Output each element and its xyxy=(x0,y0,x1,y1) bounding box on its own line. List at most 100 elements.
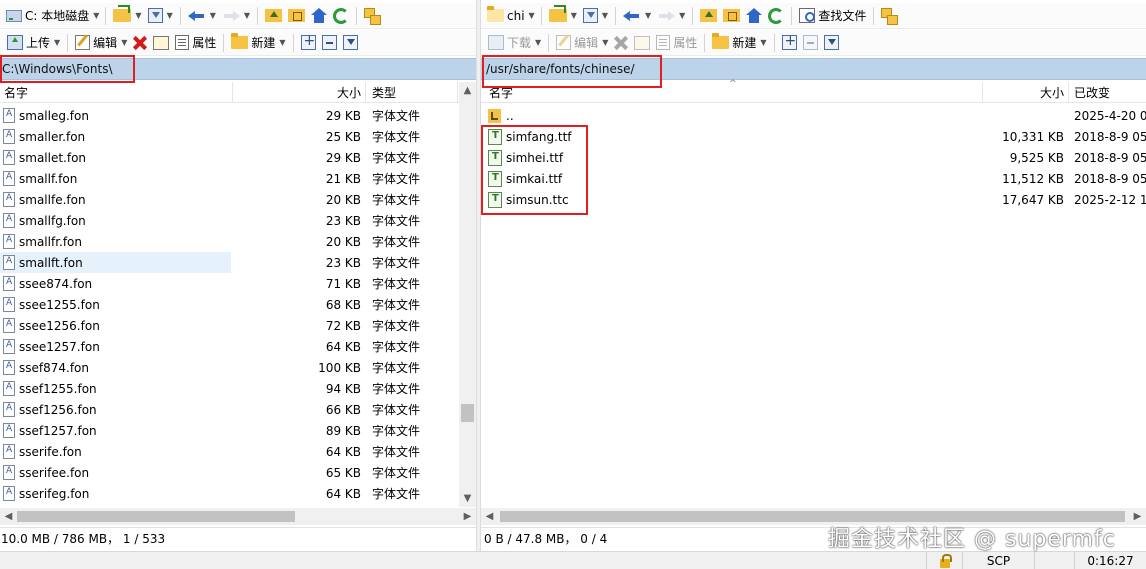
remote-delete-button[interactable] xyxy=(611,32,631,54)
table-row[interactable]: smalleg.fon 29 KB 字体文件 xyxy=(0,105,420,126)
table-row[interactable]: smallfg.fon 23 KB 字体文件 xyxy=(0,210,420,231)
local-open-folder-button[interactable]: ▼ xyxy=(110,5,144,27)
remote-rename-button[interactable] xyxy=(631,32,653,54)
table-row[interactable]: simkai.ttf 11,512 KB 2018-8-9 05: xyxy=(481,168,1146,189)
file-name: smallfg.fon xyxy=(19,213,86,228)
table-row[interactable]: smallet.fon 29 KB 字体文件 xyxy=(0,147,420,168)
local-horizontal-scrollbar[interactable]: ◀ ▶ xyxy=(0,508,476,525)
remote-new-button[interactable]: 新建 ▼ xyxy=(709,32,769,54)
file-size-cell: 11,512 KB xyxy=(1002,171,1064,186)
file-name-cell: smallfg.fon xyxy=(3,210,229,231)
chevron-down-icon: ▼ xyxy=(135,11,142,20)
table-row[interactable]: sserifeg.fon 64 KB 字体文件 xyxy=(0,483,420,504)
scroll-thumb[interactable] xyxy=(17,511,295,522)
local-sync-browse-button[interactable] xyxy=(361,5,383,27)
local-rename-button[interactable] xyxy=(150,32,172,54)
scroll-down-icon[interactable]: ▼ xyxy=(459,490,476,507)
scroll-up-icon[interactable]: ▲ xyxy=(459,82,476,99)
local-filter-button[interactable]: ▼ xyxy=(145,5,176,27)
column-name-header[interactable]: 名字 xyxy=(0,82,233,103)
table-row[interactable]: smallf.fon 21 KB 字体文件 xyxy=(0,168,420,189)
local-path-text: C:\Windows\Fonts\ xyxy=(2,62,113,76)
table-row[interactable]: sserifee.fon 65 KB 字体文件 xyxy=(0,462,420,483)
scroll-thumb[interactable] xyxy=(461,404,474,422)
local-new-button[interactable]: 新建 ▼ xyxy=(228,32,288,54)
table-row[interactable]: simsun.ttc 17,647 KB 2025-2-12 16 xyxy=(481,189,1146,210)
local-edit-button[interactable]: 编辑 ▼ xyxy=(72,32,130,54)
table-row[interactable]: ssee1256.fon 72 KB 字体文件 xyxy=(0,315,420,336)
remote-select-all-button[interactable] xyxy=(779,32,800,54)
table-row[interactable]: ssee874.fon 71 KB 字体文件 xyxy=(0,273,420,294)
local-path-bar[interactable]: C:\Windows\Fonts\ xyxy=(0,58,476,80)
local-properties-button[interactable]: 属性 xyxy=(172,32,219,54)
remote-parent-dir-button[interactable] xyxy=(697,5,720,27)
remote-back-button[interactable]: ▼ xyxy=(620,5,654,27)
table-row[interactable]: ssef1256.fon 66 KB 字体文件 xyxy=(0,399,420,420)
remote-path-bar[interactable]: /usr/share/fonts/chinese/ xyxy=(481,58,1146,80)
remote-properties-button[interactable]: 属性 xyxy=(653,32,700,54)
local-root-dir-button[interactable] xyxy=(285,5,308,27)
table-row[interactable]: simfang.ttf 10,331 KB 2018-8-9 05: xyxy=(481,126,1146,147)
column-type-header[interactable]: 类型 xyxy=(366,82,458,103)
column-size-header[interactable]: 大小 xyxy=(233,82,366,103)
find-files-button[interactable]: 查找文件 xyxy=(796,5,869,27)
download-button[interactable]: 下载 ▼ xyxy=(485,32,544,54)
scroll-right-icon[interactable]: ▶ xyxy=(1129,508,1146,525)
table-row[interactable]: ssee1255.fon 68 KB 字体文件 xyxy=(0,294,420,315)
remote-directory-selector[interactable]: chi ▼ xyxy=(485,5,537,27)
scroll-right-icon[interactable]: ▶ xyxy=(459,508,476,525)
filter-select-icon xyxy=(342,35,358,50)
file-name: simfang.ttf xyxy=(506,129,572,144)
file-size-cell: 21 KB xyxy=(325,171,361,186)
table-row[interactable]: smallft.fon 23 KB 字体文件 xyxy=(0,252,420,273)
file-size-cell: 65 KB xyxy=(325,465,361,480)
edit-icon xyxy=(75,35,91,50)
remote-edit-button[interactable]: 编辑 ▼ xyxy=(553,32,611,54)
local-refresh-button[interactable] xyxy=(330,5,352,27)
remote-sync-browse-button[interactable] xyxy=(878,5,900,27)
remote-root-dir-button[interactable] xyxy=(720,5,743,27)
table-row[interactable]: smaller.fon 25 KB 字体文件 xyxy=(0,126,420,147)
scroll-left-icon[interactable]: ◀ xyxy=(0,508,17,525)
table-row[interactable]: ssef1255.fon 94 KB 字体文件 xyxy=(0,378,420,399)
local-unselect-button[interactable] xyxy=(319,32,340,54)
table-row[interactable]: smallfr.fon 20 KB 字体文件 xyxy=(0,231,420,252)
local-filter-select-button[interactable] xyxy=(340,32,361,54)
remote-refresh-button[interactable] xyxy=(765,5,787,27)
column-size-header[interactable]: 大小 xyxy=(983,82,1069,103)
remote-forward-button[interactable]: ▼ xyxy=(654,5,688,27)
remote-filter-button[interactable]: ▼ xyxy=(580,5,611,27)
local-forward-button[interactable]: ▼ xyxy=(219,5,253,27)
scroll-left-icon[interactable]: ◀ xyxy=(481,508,498,525)
table-row[interactable]: smallfe.fon 20 KB 字体文件 xyxy=(0,189,420,210)
file-name: smallf.fon xyxy=(19,171,78,186)
table-row[interactable]: ssef874.fon 100 KB 字体文件 xyxy=(0,357,420,378)
local-parent-dir-button[interactable] xyxy=(262,5,285,27)
file-name: ssee1256.fon xyxy=(19,318,100,333)
download-label: 下载 xyxy=(507,36,532,50)
local-select-all-button[interactable] xyxy=(298,32,319,54)
file-name: simsun.ttc xyxy=(506,192,569,207)
file-name: smalleg.fon xyxy=(19,108,89,123)
remote-home-button[interactable] xyxy=(743,5,765,27)
file-type-cell: 字体文件 xyxy=(372,466,421,480)
table-row[interactable]: ssee1257.fon 64 KB 字体文件 xyxy=(0,336,420,357)
table-row[interactable]: sserife.fon 64 KB 字体文件 xyxy=(0,441,420,462)
local-delete-button[interactable] xyxy=(130,32,150,54)
table-row[interactable]: simhei.ttf 9,525 KB 2018-8-9 05: xyxy=(481,147,1146,168)
upload-button[interactable]: 上传 ▼ xyxy=(4,32,63,54)
local-home-button[interactable] xyxy=(308,5,330,27)
local-status-bar: 10.0 MB / 786 MB， 1 / 533 xyxy=(0,527,476,549)
column-changed-header[interactable]: 已改变 xyxy=(1069,82,1146,103)
local-back-button[interactable]: ▼ xyxy=(185,5,219,27)
list-item[interactable]: .. 2025-4-20 08 xyxy=(481,105,1146,126)
remote-filter-select-button[interactable] xyxy=(821,32,842,54)
file-type-cell: 字体文件 xyxy=(372,130,421,144)
local-drive-selector[interactable]: C: 本地磁盘 ▼ xyxy=(4,5,101,27)
remote-open-folder-button[interactable]: ▼ xyxy=(546,5,580,27)
file-size-cell: 66 KB xyxy=(325,402,361,417)
local-vertical-scrollbar[interactable]: ▲ ▼ xyxy=(459,82,476,507)
elapsed-time: 0:16:27 xyxy=(1074,552,1146,569)
table-row[interactable]: ssef1257.fon 89 KB 字体文件 xyxy=(0,420,420,441)
remote-unselect-button[interactable] xyxy=(800,32,821,54)
